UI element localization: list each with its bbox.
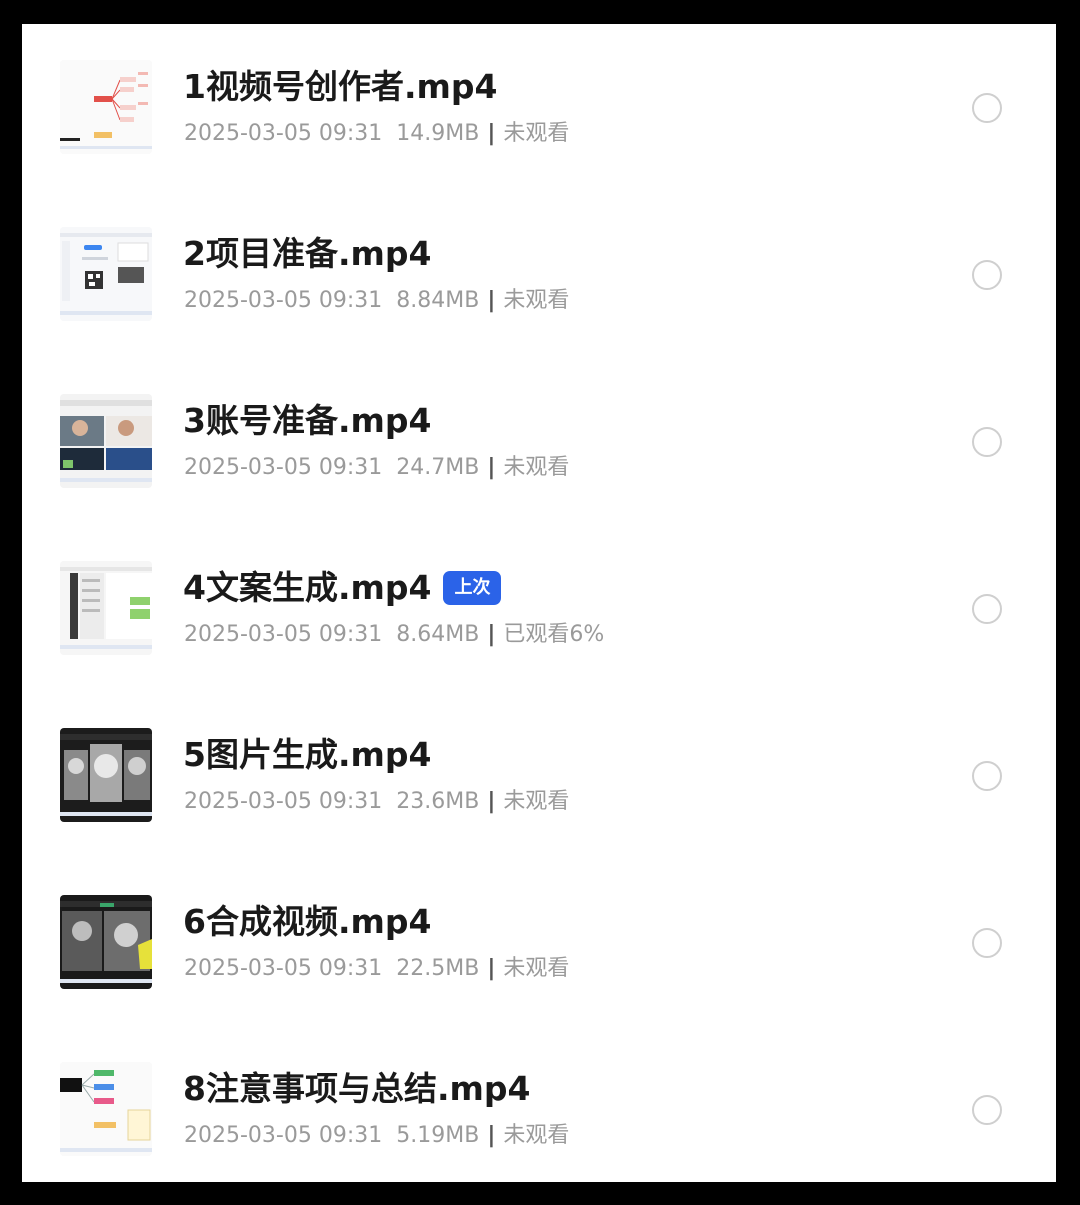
- list-item[interactable]: 5图片生成.mp4 2025-03-05 09:31 23.6MB | 未观看: [22, 692, 1056, 859]
- select-radio[interactable]: [972, 93, 1002, 123]
- separator: |: [487, 455, 496, 480]
- file-size: 5.19MB: [396, 1123, 480, 1148]
- file-size: 24.7MB: [396, 455, 480, 480]
- file-name: 3账号准备.mp4: [183, 401, 431, 441]
- file-name-text: 3账号准备.mp4: [183, 401, 432, 440]
- watch-status: 未观看: [503, 121, 570, 146]
- video-thumbnail[interactable]: [60, 895, 152, 989]
- list-item[interactable]: 8注意事项与总结.mp4 2025-03-05 09:31 5.19MB | 未观看: [22, 1026, 1056, 1182]
- separator: |: [487, 1123, 496, 1148]
- last-watched-badge: 上次: [443, 571, 502, 605]
- video-thumbnail[interactable]: [60, 728, 152, 822]
- file-meta: 2025-03-05 09:31 5.19MB | 未观看: [184, 1121, 569, 1151]
- watch-status: 未观看: [503, 1123, 570, 1148]
- watch-status: 已观看6%: [503, 622, 605, 647]
- watch-status: 未观看: [503, 455, 570, 480]
- watch-status: 未观看: [503, 789, 570, 814]
- video-thumbnail[interactable]: [60, 394, 152, 488]
- file-date: 2025-03-05 09:31: [184, 622, 383, 647]
- select-radio[interactable]: [972, 928, 1002, 958]
- select-radio[interactable]: [972, 1095, 1002, 1125]
- file-size: 23.6MB: [396, 789, 480, 814]
- file-size: 8.64MB: [396, 622, 480, 647]
- file-meta: 2025-03-05 09:31 8.84MB | 未观看: [184, 286, 569, 316]
- list-item[interactable]: 2项目准备.mp4 2025-03-05 09:31 8.84MB | 未观看: [22, 191, 1056, 358]
- file-name: 4文案生成.mp4 上次: [183, 568, 502, 608]
- file-name: 6合成视频.mp4: [183, 902, 431, 942]
- file-date: 2025-03-05 09:31: [184, 789, 383, 814]
- file-name: 8注意事项与总结.mp4: [183, 1069, 530, 1109]
- file-meta: 2025-03-05 09:31 24.7MB | 未观看: [184, 453, 569, 483]
- list-item[interactable]: 1视频号创作者.mp4 2025-03-05 09:31 14.9MB | 未观看: [22, 24, 1056, 191]
- file-name-text: 4文案生成.mp4: [183, 568, 432, 607]
- file-name-text: 8注意事项与总结.mp4: [183, 1069, 531, 1108]
- file-name: 2项目准备.mp4: [183, 234, 431, 274]
- file-meta: 2025-03-05 09:31 23.6MB | 未观看: [184, 787, 569, 817]
- file-date: 2025-03-05 09:31: [184, 455, 383, 480]
- list-item[interactable]: 4文案生成.mp4 上次 2025-03-05 09:31 8.64MB | 已观看6…: [22, 525, 1056, 692]
- file-meta: 2025-03-05 09:31 14.9MB | 未观看: [184, 119, 569, 149]
- file-size: 22.5MB: [396, 956, 480, 981]
- video-thumbnail[interactable]: [60, 1062, 152, 1156]
- video-thumbnail[interactable]: [60, 60, 152, 154]
- video-thumbnail[interactable]: [60, 561, 152, 655]
- select-radio[interactable]: [972, 594, 1002, 624]
- list-item[interactable]: 3账号准备.mp4 2025-03-05 09:31 24.7MB | 未观看: [22, 358, 1056, 525]
- watch-status: 未观看: [503, 956, 570, 981]
- select-radio[interactable]: [972, 427, 1002, 457]
- file-date: 2025-03-05 09:31: [184, 121, 383, 146]
- file-date: 2025-03-05 09:31: [184, 1123, 383, 1148]
- separator: |: [487, 622, 496, 647]
- video-thumbnail[interactable]: [60, 227, 152, 321]
- file-name-text: 6合成视频.mp4: [183, 902, 432, 941]
- file-name: 5图片生成.mp4: [183, 735, 431, 775]
- file-meta: 2025-03-05 09:31 22.5MB | 未观看: [184, 954, 569, 984]
- separator: |: [487, 288, 496, 313]
- file-size: 14.9MB: [396, 121, 480, 146]
- video-file-list: 1视频号创作者.mp4 2025-03-05 09:31 14.9MB | 未观看: [22, 24, 1056, 1182]
- select-radio[interactable]: [972, 260, 1002, 290]
- file-name-text: 2项目准备.mp4: [183, 234, 432, 273]
- file-size: 8.84MB: [396, 288, 480, 313]
- watch-status: 未观看: [503, 288, 570, 313]
- file-name: 1视频号创作者.mp4: [183, 67, 497, 107]
- select-radio[interactable]: [972, 761, 1002, 791]
- separator: |: [487, 789, 496, 814]
- separator: |: [487, 956, 496, 981]
- file-date: 2025-03-05 09:31: [184, 288, 383, 313]
- file-meta: 2025-03-05 09:31 8.64MB | 已观看6%: [184, 620, 604, 650]
- file-name-text: 5图片生成.mp4: [183, 735, 432, 774]
- file-date: 2025-03-05 09:31: [184, 956, 383, 981]
- separator: |: [487, 121, 496, 146]
- file-name-text: 1视频号创作者.mp4: [183, 67, 498, 106]
- list-item[interactable]: 6合成视频.mp4 2025-03-05 09:31 22.5MB | 未观看: [22, 859, 1056, 1026]
